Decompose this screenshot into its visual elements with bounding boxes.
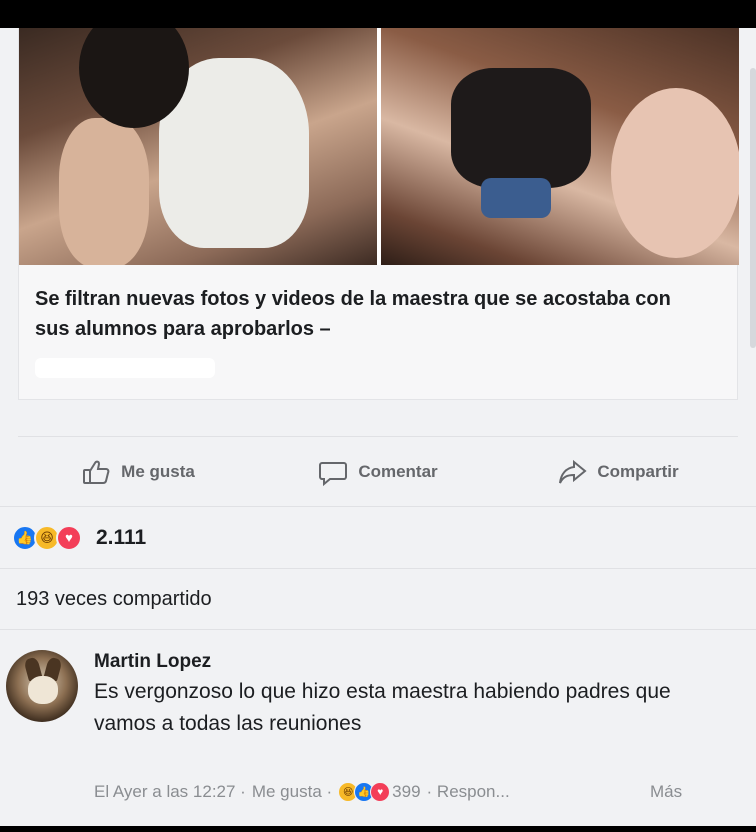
comment-more-link[interactable]: Más bbox=[650, 782, 682, 802]
comment-like-link[interactable]: Me gusta · bbox=[252, 782, 332, 802]
post-actions-bar: Me gusta Comentar Compartir bbox=[18, 436, 738, 506]
comment-reaction-icons: 😆 👍 ♥ bbox=[338, 782, 391, 802]
comment-meta: El Ayer a las 12:27 · Me gusta · 😆 👍 ♥ 3… bbox=[94, 782, 510, 802]
like-button[interactable]: Me gusta bbox=[18, 457, 258, 487]
scrollbar[interactable] bbox=[750, 68, 756, 348]
comment-bubble: Martin Lopez Es vergonzoso lo que hizo e… bbox=[94, 648, 734, 740]
link-media[interactable] bbox=[19, 28, 739, 265]
share-count-text: 193 veces compartido bbox=[16, 587, 212, 610]
love-reaction-icon: ♥ bbox=[56, 524, 82, 551]
love-reaction-icon: ♥ bbox=[370, 782, 391, 802]
link-photo-right[interactable] bbox=[381, 28, 739, 265]
share-label: Compartir bbox=[597, 461, 679, 481]
link-photo-left[interactable] bbox=[19, 28, 377, 265]
thumbs-up-icon bbox=[83, 460, 110, 484]
share-button[interactable]: Compartir bbox=[498, 457, 738, 487]
share-arrow-icon bbox=[559, 459, 587, 483]
shared-link-card[interactable]: Se filtran nuevas fotos y videos de la m… bbox=[18, 28, 739, 400]
reaction-count: 2.111 bbox=[96, 525, 147, 549]
reaction-icons: 👍 😆 ♥ bbox=[12, 524, 82, 551]
bottom-bar bbox=[0, 826, 756, 832]
reactions-summary[interactable]: 👍 😆 ♥ 2.111 bbox=[0, 506, 756, 568]
comment-author[interactable]: Martin Lopez bbox=[94, 648, 734, 676]
link-title[interactable]: Se filtran nuevas fotos y videos de la m… bbox=[35, 284, 685, 344]
top-status-bar bbox=[0, 0, 756, 28]
comment-item: Martin Lopez Es vergonzoso lo que hizo e… bbox=[0, 630, 756, 826]
post-page: Se filtran nuevas fotos y videos de la m… bbox=[0, 28, 756, 826]
avatar[interactable] bbox=[6, 650, 78, 722]
comment-label: Comentar bbox=[358, 461, 438, 481]
like-label: Me gusta bbox=[121, 461, 195, 481]
comment-reaction-count[interactable]: 399 bbox=[392, 782, 420, 802]
comment-text: Es vergonzoso lo que hizo esta maestra h… bbox=[94, 680, 671, 735]
speech-bubble-icon bbox=[319, 461, 348, 486]
comment-timestamp[interactable]: El Ayer a las 12:27 · bbox=[94, 782, 246, 802]
link-source-redacted bbox=[35, 358, 215, 378]
comment-button[interactable]: Comentar bbox=[258, 457, 498, 487]
share-count[interactable]: 193 veces compartido bbox=[0, 568, 756, 630]
comment-reply-link[interactable]: · Respon... bbox=[427, 782, 510, 802]
